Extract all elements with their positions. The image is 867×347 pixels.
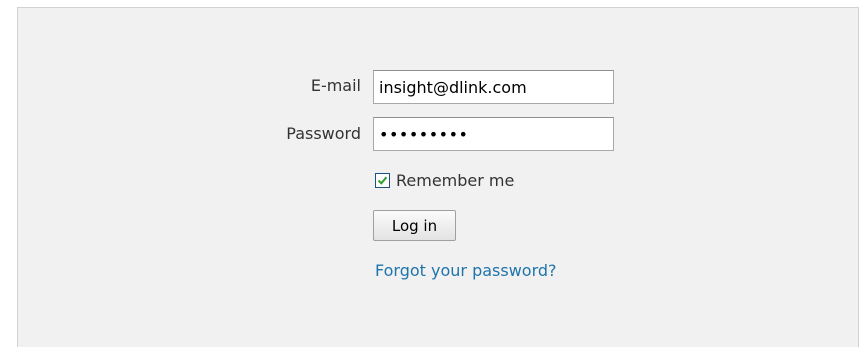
password-label: Password — [286, 124, 361, 143]
password-field[interactable] — [373, 117, 614, 151]
remember-me-row[interactable]: Remember me — [375, 170, 514, 190]
login-button[interactable]: Log in — [373, 210, 456, 241]
checkmark-icon — [377, 176, 388, 185]
email-field[interactable] — [373, 70, 614, 104]
remember-me-checkbox[interactable] — [375, 172, 390, 188]
email-label: E-mail — [310, 76, 361, 95]
remember-me-label: Remember me — [396, 170, 515, 190]
forgot-password-link[interactable]: Forgot your password? — [375, 261, 557, 280]
